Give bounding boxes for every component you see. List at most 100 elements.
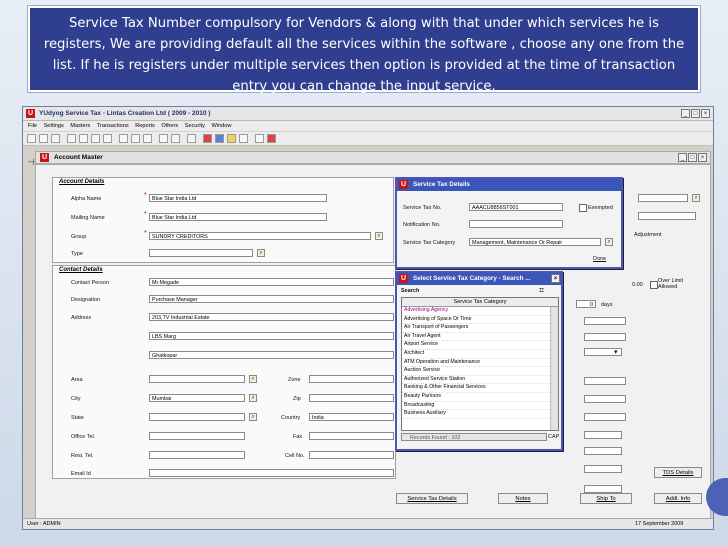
address-line3-field[interactable]: Ghatkopar [149,351,394,359]
right-field-3[interactable] [584,317,626,325]
form-maximize-icon[interactable]: □ [688,153,697,162]
city-field[interactable]: Mumbai [149,394,245,402]
list-item[interactable]: Air Travel Agent [402,333,558,342]
first-icon[interactable] [67,134,76,143]
menu-settings[interactable]: Settings [44,121,64,131]
refresh-icon[interactable] [215,134,224,143]
copy-icon[interactable] [119,134,128,143]
state-field[interactable] [149,413,245,421]
zone-field[interactable] [309,375,394,383]
list-item[interactable]: Banking & Other Financial Services [402,384,558,393]
dropdown-arrow-icon[interactable]: ▾ [614,348,618,356]
edit-icon[interactable] [131,134,140,143]
zip-field[interactable] [309,394,394,402]
menu-security[interactable]: Security [185,121,205,131]
menu-others[interactable]: Others [161,121,178,131]
exit-icon[interactable] [267,134,276,143]
list-item[interactable]: Broadcasting [402,402,558,411]
notes-button[interactable]: Notes [498,493,548,504]
done-button[interactable]: Done [593,256,606,262]
resi-tel-field[interactable] [149,451,245,459]
address-line1-field[interactable]: 203,TV Industrial Estate [149,313,394,321]
pin-icon[interactable]: ⊣ [27,157,35,168]
calculator-icon[interactable] [187,134,196,143]
minimize-icon[interactable]: _ [681,109,690,118]
lock-icon[interactable] [239,134,248,143]
type-field[interactable] [149,249,253,257]
new-icon[interactable] [27,134,36,143]
menu-transactions[interactable]: Transactions [97,121,129,131]
list-item[interactable]: Authorized Service Station [402,376,558,385]
print-icon[interactable] [159,134,168,143]
list-item[interactable]: Business Auxiliary [402,410,558,419]
menu-masters[interactable]: Masters [70,121,90,131]
open-icon[interactable] [39,134,48,143]
list-item[interactable]: Airport Service [402,341,558,350]
right-field-11[interactable] [584,485,622,493]
maximize-icon[interactable]: □ [691,109,700,118]
alpha-name-field[interactable]: Blue Star India Ltd [149,194,327,202]
email-field[interactable] [149,469,394,477]
list-item[interactable]: Air Transport of Passengers [402,324,558,333]
help-icon[interactable] [255,134,264,143]
last-icon[interactable] [103,134,112,143]
office-tel-field[interactable] [149,432,245,440]
right-field-6[interactable] [584,395,626,403]
area-lookup-icon[interactable]: ⌕ [249,375,257,383]
address-line2-field[interactable]: LBS Marg [149,332,394,340]
category-lookup-icon[interactable]: ⌕ [605,238,613,246]
mailing-name-field[interactable]: Blue Star India Ltd [149,213,327,221]
preview-icon[interactable] [171,134,180,143]
list-item[interactable]: Beauty Parlours [402,393,558,402]
list-item[interactable]: Advertising Agency [402,307,558,316]
fax-field[interactable] [309,432,394,440]
group-lookup-icon[interactable]: ⌕ [375,232,383,240]
cell-no-field[interactable] [309,451,394,459]
right-field-1[interactable] [638,194,688,202]
delete-icon[interactable] [203,134,212,143]
save-icon[interactable] [51,134,60,143]
service-tax-category-field[interactable]: Management, Maintenance Or Repair [469,238,601,246]
designation-field[interactable]: Purchase Manager [149,295,394,303]
next-icon[interactable] [91,134,100,143]
exempted-checkbox[interactable] [579,204,587,212]
right-field-8[interactable] [584,431,622,439]
right-field-2[interactable] [638,212,696,220]
right-field-10[interactable] [584,465,622,473]
menu-file[interactable]: File [28,121,37,131]
right-field-5[interactable] [584,377,626,385]
right-field-9[interactable] [584,447,622,455]
menu-window[interactable]: Window [212,121,232,131]
right-field-7[interactable] [584,413,626,421]
list-item[interactable]: Auction Service [402,367,558,376]
tds-details-button[interactable]: TDS Details [654,467,702,478]
addl-info-button[interactable]: Addl. Info [654,493,702,504]
grid-icon[interactable]: ⌗ [539,285,544,296]
service-tax-details-button[interactable]: Service Tax Details [396,493,468,504]
right-field-4[interactable] [584,333,626,341]
find-icon[interactable] [143,134,152,143]
close-icon[interactable]: × [701,109,710,118]
ship-to-button[interactable]: Ship To [580,493,632,504]
contact-person-field[interactable]: Mr.Megade [149,278,394,286]
previous-icon[interactable] [79,134,88,143]
list-item[interactable]: ATM Operation and Maintenance [402,359,558,368]
type-lookup-icon[interactable]: ⌕ [257,249,265,257]
list-scrollbar[interactable] [550,307,558,430]
city-lookup-icon[interactable]: ⌕ [249,394,257,402]
state-lookup-icon[interactable]: ⌕ [249,413,257,421]
group-field[interactable]: SUNDRY CREDITORS [149,232,371,240]
list-item[interactable]: Architect [402,350,558,359]
list-item[interactable]: Advertising of Space Or Time [402,316,558,325]
right-lookup-icon[interactable]: ⌕ [692,194,700,202]
over-limit-checkbox[interactable] [650,281,658,289]
notification-no-field[interactable] [469,220,563,228]
country-field[interactable]: India [309,413,394,421]
folder-icon[interactable] [227,134,236,143]
days-field[interactable]: 0 [576,300,596,308]
form-minimize-icon[interactable]: _ [678,153,687,162]
service-tax-no-field[interactable]: AAACU8856ST001 [469,203,563,211]
area-field[interactable] [149,375,245,383]
menu-reports[interactable]: Reports [135,121,155,131]
select-popup-close-icon[interactable]: × [551,274,560,283]
